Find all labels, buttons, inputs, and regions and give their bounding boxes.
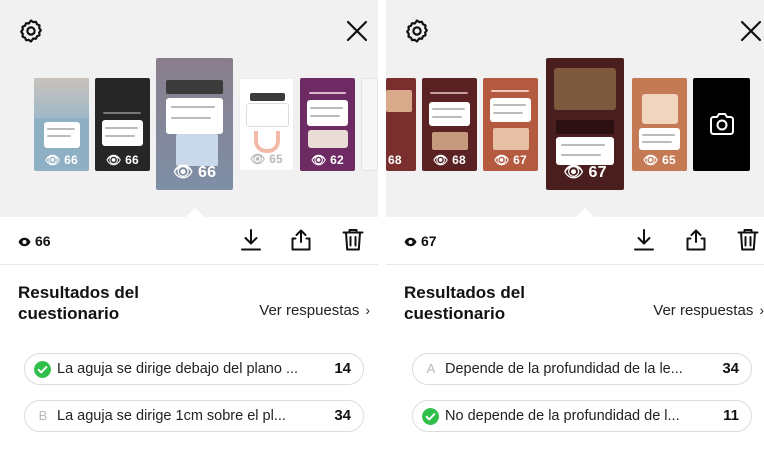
story-thumbnail-selected[interactable]: 👁 67 (546, 58, 624, 190)
story-views: 👁 66 (45, 153, 78, 167)
eye-icon: 👁 (45, 153, 61, 167)
story-thumbnail[interactable] (361, 78, 378, 171)
quiz-story-panel-right: 68 👁 68 👁 67 👁 67 👁 65 67 Resultados del… (386, 0, 764, 455)
add-story-camera-tile[interactable] (693, 78, 750, 171)
story-thumbnail[interactable]: 👁 62 (300, 78, 355, 171)
option-count: 34 (722, 360, 739, 377)
story-toolbar: 67 (386, 217, 764, 265)
story-views: 👁 66 (172, 164, 217, 181)
quiz-option[interactable]: No depende de la profundidad de l... 11 (412, 400, 752, 432)
story-views: 👁 65 (643, 153, 676, 167)
chevron-right-icon: › (365, 302, 370, 318)
quiz-story-panel-left: 👁 66 👁 66 👁 66 👁 65 👁 62 66 Resultados d… (0, 0, 378, 455)
settings-gear-icon[interactable] (18, 18, 44, 44)
option-letter: A (426, 361, 436, 376)
eye-icon: 👁 (106, 153, 122, 167)
option-count: 14 (334, 360, 351, 377)
viewer-count[interactable]: 66 (18, 233, 51, 250)
delete-trash-icon[interactable] (735, 227, 761, 253)
camera-icon (710, 113, 734, 135)
story-thumbnail[interactable]: 👁 66 (34, 78, 89, 171)
option-text: La aguja se dirige 1cm sobre el pl... (57, 408, 286, 424)
correct-check-icon (34, 361, 51, 378)
see-answers-link[interactable]: Ver respuestas › (259, 302, 370, 319)
share-icon[interactable] (683, 227, 709, 253)
quiz-option[interactable]: A Depende de la profundidad de la le... … (412, 353, 752, 385)
story-views: 👁 65 (250, 152, 283, 166)
option-letter: B (38, 408, 48, 423)
close-icon[interactable] (738, 18, 764, 44)
quiz-results-title: Resultados del cuestionario (18, 283, 139, 323)
eye-icon (18, 234, 31, 250)
quiz-results-title: Resultados del cuestionario (404, 283, 525, 323)
delete-trash-icon[interactable] (340, 227, 366, 253)
story-views: 👁 62 (311, 153, 344, 167)
story-thumbnail[interactable]: 68 (386, 78, 416, 171)
download-icon[interactable] (631, 227, 657, 253)
story-views: 68 (388, 153, 402, 167)
option-text: No depende de la profundidad de l... (445, 408, 680, 424)
eye-icon: 👁 (250, 152, 266, 166)
story-preview-area: 👁 66 👁 66 👁 66 👁 65 👁 62 (0, 0, 378, 217)
correct-check-icon (422, 408, 439, 425)
story-thumbnail[interactable]: 👁 66 (95, 78, 150, 171)
story-views: 👁 67 (563, 164, 607, 181)
selected-pointer (186, 208, 204, 217)
story-thumbnail[interactable]: 👁 65 (632, 78, 687, 171)
share-icon[interactable] (288, 227, 314, 253)
story-views: 👁 68 (433, 153, 466, 167)
eye-icon (404, 234, 417, 250)
quiz-option[interactable]: B La aguja se dirige 1cm sobre el pl... … (24, 400, 364, 432)
quiz-option[interactable]: La aguja se dirige debajo del plano ... … (24, 353, 364, 385)
eye-icon: 👁 (643, 153, 659, 167)
story-views: 👁 66 (106, 153, 139, 167)
option-text: La aguja se dirige debajo del plano ... (57, 361, 299, 377)
chevron-right-icon: › (759, 302, 764, 318)
story-thumbnail-strip[interactable]: 68 👁 68 👁 67 👁 67 👁 65 (386, 0, 764, 217)
story-preview-area: 68 👁 68 👁 67 👁 67 👁 65 (386, 0, 764, 217)
see-answers-link[interactable]: Ver respuestas › (653, 302, 764, 319)
close-icon[interactable] (344, 18, 370, 44)
story-thumbnail[interactable]: 👁 65 (239, 78, 294, 171)
eye-icon: 👁 (563, 164, 584, 181)
eye-icon: 👁 (494, 153, 510, 167)
story-toolbar: 66 (0, 217, 378, 265)
story-views: 👁 67 (494, 153, 527, 167)
eye-icon: 👁 (311, 153, 327, 167)
download-icon[interactable] (238, 227, 264, 253)
option-text: Depende de la profundidad de la le... (445, 361, 683, 377)
story-thumbnail[interactable]: 👁 68 (422, 78, 477, 171)
viewer-count[interactable]: 67 (404, 233, 437, 250)
story-thumbnail-selected[interactable]: 👁 66 (156, 58, 233, 190)
story-thumbnail-strip[interactable]: 👁 66 👁 66 👁 66 👁 65 👁 62 (0, 0, 378, 217)
selected-pointer (576, 208, 594, 217)
eye-icon: 👁 (433, 153, 449, 167)
eye-icon: 👁 (172, 164, 194, 181)
story-thumbnail[interactable]: 👁 67 (483, 78, 538, 171)
option-count: 11 (723, 407, 739, 424)
settings-gear-icon[interactable] (404, 18, 430, 44)
option-count: 34 (334, 407, 351, 424)
